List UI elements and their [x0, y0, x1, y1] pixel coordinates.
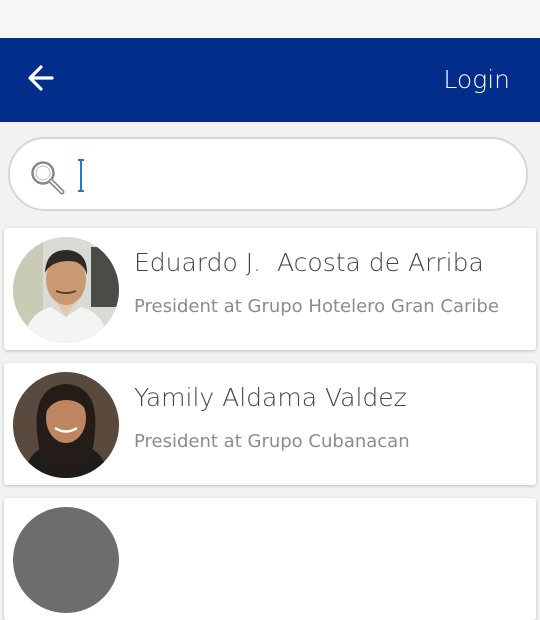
person-name: Eduardo J. Acosta de Arriba	[134, 248, 484, 277]
search-icon	[31, 161, 65, 195]
list-item[interactable]: Eduardo J. Acosta de Arriba President at…	[4, 228, 536, 350]
person-role: President at Grupo Hotelero Gran Caribe	[134, 296, 499, 317]
arrow-left-icon	[28, 65, 54, 91]
search-input[interactable]	[76, 157, 500, 195]
person-role: President at Grupo Cubanacan	[134, 431, 410, 452]
list-item[interactable]: Yamily Aldama Valdez President at Grupo …	[4, 363, 536, 485]
status-bar	[0, 0, 540, 38]
login-button[interactable]: Login	[443, 65, 510, 94]
text-cursor	[78, 159, 84, 192]
person-name: Yamily Aldama Valdez	[134, 383, 407, 412]
avatar	[13, 507, 119, 613]
avatar	[13, 372, 119, 478]
app-header: Login	[0, 38, 540, 122]
list-item[interactable]	[4, 498, 536, 620]
back-button[interactable]	[22, 58, 62, 98]
avatar	[13, 237, 119, 343]
search-bar[interactable]	[8, 137, 528, 211]
